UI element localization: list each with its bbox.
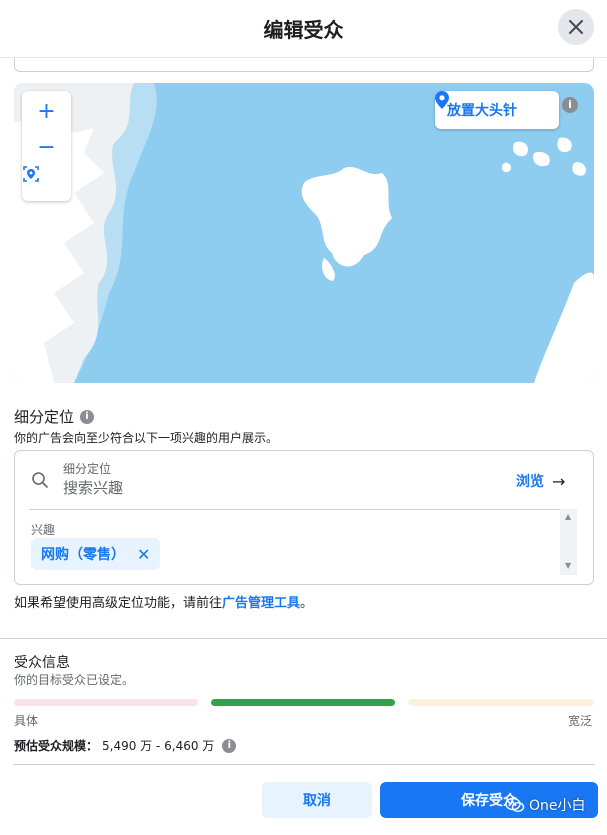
detailed-targeting-description: 你的广告会向至少符合以下一项兴趣的用户展示。 — [14, 431, 279, 445]
advanced-targeting-note: 如果希望使用高级定位功能，请前往广告管理工具。 — [14, 592, 313, 611]
audience-size-estimate: 预估受众规模： 5,490 万 - 6,460 万 i — [14, 737, 237, 754]
audience-info-description: 你的目标受众已设定。 — [14, 673, 135, 687]
location-map[interactable]: + − 放置大头针 i — [14, 83, 594, 383]
estimate-info-icon[interactable]: i — [222, 738, 237, 753]
arrow-right-icon: → — [552, 471, 566, 491]
wechat-icon — [505, 797, 525, 813]
meter-high-label: 宽泛 — [568, 714, 593, 728]
interest-chip[interactable]: 网购（零售） ✕ — [31, 538, 161, 570]
zoom-controls: + − — [22, 91, 71, 201]
map-info-icon[interactable]: i — [562, 97, 578, 113]
close-icon — [569, 20, 583, 34]
search-field-label: 细分定位 — [63, 462, 112, 476]
cancel-button[interactable]: 取消 — [262, 782, 372, 818]
zoom-out-button[interactable]: − — [22, 129, 71, 165]
estimate-value: 5,490 万 - 6,460 万 — [102, 739, 215, 753]
interests-scrollbar[interactable]: ▲ ▼ — [560, 509, 577, 575]
scroll-down-icon[interactable]: ▼ — [565, 561, 571, 570]
audience-info-title: 受众信息 — [14, 655, 70, 671]
scroll-up-icon[interactable]: ▲ — [565, 512, 571, 521]
watermark: One小白 — [505, 795, 586, 815]
locate-pin-icon — [23, 166, 39, 182]
place-pin-button[interactable]: 放置大头针 — [435, 91, 559, 129]
previous-section-edge — [14, 58, 594, 72]
remove-interest-icon[interactable]: ✕ — [137, 545, 150, 564]
info-icon[interactable]: i — [80, 409, 95, 424]
zoom-in-button[interactable]: + — [22, 93, 71, 129]
search-icon — [32, 472, 48, 488]
search-interests-input[interactable] — [63, 479, 463, 497]
detailed-targeting-box: 细分定位 浏览 → 兴趣 网购（零售） ✕ ▲ ▼ — [14, 450, 594, 585]
interests-label: 兴趣 — [31, 523, 56, 537]
browse-label: 浏览 — [516, 474, 544, 490]
audience-meter-specific — [14, 699, 198, 706]
audience-meter-broad — [408, 699, 594, 706]
dialog-header: 编辑受众 — [0, 0, 607, 58]
ads-manager-link[interactable]: 广告管理工具 — [222, 596, 300, 611]
browse-button[interactable]: 浏览 → — [516, 471, 565, 491]
watermark-text: One小白 — [529, 798, 586, 814]
detailed-targeting-heading: 细分定位 i — [14, 406, 95, 427]
footer-divider — [14, 764, 594, 765]
estimate-label: 预估受众规模： — [14, 739, 99, 753]
detailed-targeting-title: 细分定位 — [14, 408, 75, 426]
advanced-note-suffix: 。 — [300, 596, 314, 611]
section-divider — [0, 638, 607, 639]
place-pin-label: 放置大头针 — [447, 103, 517, 119]
interest-chip-label: 网购（零售） — [41, 547, 125, 563]
close-button[interactable] — [558, 9, 594, 45]
divider — [29, 509, 577, 510]
meter-low-label: 具体 — [14, 714, 39, 728]
advanced-note-prefix: 如果希望使用高级定位功能，请前往 — [14, 596, 223, 611]
recenter-button[interactable] — [22, 165, 71, 201]
audience-meter-current — [211, 699, 395, 706]
map-pin-icon — [435, 91, 449, 109]
dialog-title: 编辑受众 — [263, 18, 344, 42]
